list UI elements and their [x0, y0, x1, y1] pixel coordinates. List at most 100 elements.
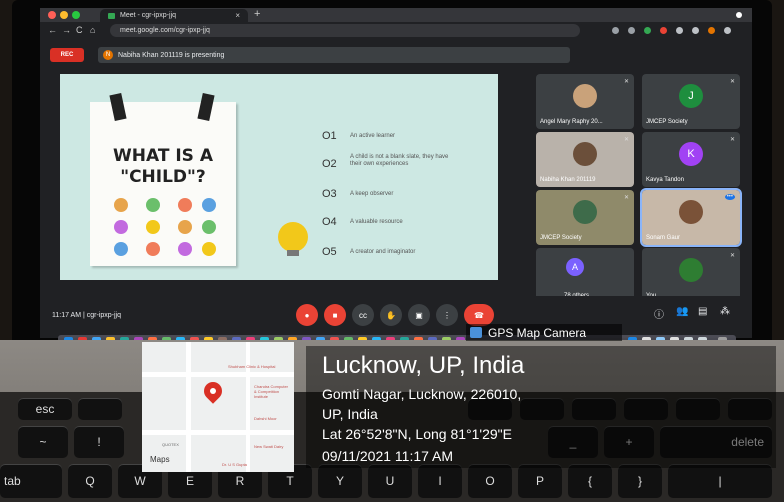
tab-close-icon[interactable]: ×: [235, 11, 240, 20]
info-icon[interactable]: ⓘ: [654, 306, 664, 321]
key-o: O: [468, 464, 512, 498]
map-poi-label: Dr. U S Gupta: [222, 462, 247, 467]
item-number: O2: [322, 158, 337, 170]
participant-name: Angel Mary Raphy 20...: [540, 119, 603, 125]
menu-kebab-icon[interactable]: [724, 27, 731, 34]
participant-tile[interactable]: K ✕ Kavya Tandon: [642, 132, 740, 187]
slide-heading-line1: WHAT IS A: [113, 146, 213, 166]
reload-icon[interactable]: C: [76, 25, 83, 35]
extensions-puzzle-icon[interactable]: [676, 27, 683, 34]
captions-button[interactable]: cc: [352, 304, 374, 326]
raise-hand-button[interactable]: ✋: [380, 304, 402, 326]
key-u: U: [368, 464, 412, 498]
key-esc: esc: [18, 398, 72, 420]
camera-toggle-button[interactable]: ■: [324, 304, 346, 326]
leave-call-button[interactable]: ☎: [464, 304, 494, 326]
slide-paper-card: WHAT IS A "CHILD"?: [90, 93, 236, 266]
participant-avatar: K: [679, 142, 703, 166]
key-tilde: ~: [18, 426, 68, 458]
address-bar[interactable]: meet.google.com/cgr-ipxp-jjq: [110, 24, 580, 37]
map-poi-label: Shubham Clinic & Hospital: [228, 364, 276, 369]
activities-icon[interactable]: ⁂: [720, 306, 730, 317]
child-illustration: [114, 242, 128, 256]
map-poi-label: Dahshi Moor: [254, 416, 277, 421]
participant-tile-self[interactable]: ✕ You: [642, 248, 740, 303]
laptop-screen: Meet - cgr-ipxp-jjq × + ← → C ⌂ meet.goo…: [40, 8, 752, 338]
participant-avatar: J: [679, 84, 703, 108]
participant-tile[interactable]: A 78 others: [536, 248, 634, 303]
address-row: ← → C ⌂ meet.google.com/cgr-ipxp-jjq: [40, 22, 752, 40]
slide-heading: WHAT IS A "CHILD"?: [90, 146, 236, 188]
star-icon[interactable]: [628, 27, 635, 34]
child-illustration: [202, 198, 216, 212]
key-p: P: [518, 464, 562, 498]
recording-badge[interactable]: REC: [50, 48, 84, 62]
camera-icon[interactable]: [612, 27, 619, 34]
more-options-icon[interactable]: •••: [724, 194, 735, 200]
map-road: [186, 342, 191, 472]
item-number: O1: [322, 130, 337, 142]
window-minimize-dot[interactable]: [60, 11, 68, 19]
participant-tile-active[interactable]: ••• Sonam Gaur: [640, 188, 742, 247]
map-road: [142, 372, 294, 377]
gps-camera-icon: [470, 327, 482, 338]
extension-red-icon[interactable]: [660, 27, 667, 34]
lightbulb-icon: [278, 222, 308, 256]
mic-toggle-button[interactable]: ●: [296, 304, 318, 326]
participant-tile[interactable]: ✕ Angel Mary Raphy 20...: [536, 74, 634, 129]
participant-tile[interactable]: ✕ Nabiha Khan 201119: [536, 132, 634, 187]
browser-tab-bar: Meet - cgr-ipxp-jjq × +: [40, 8, 752, 22]
extension-green-icon[interactable]: [644, 27, 651, 34]
map-poi-label: Chandra Computer & Competition Institute: [254, 384, 289, 399]
participant-photo: [679, 200, 703, 224]
child-illustration: [146, 242, 160, 256]
child-illustration: [146, 220, 160, 234]
key-brace-close: }: [618, 464, 662, 498]
item-text: An active learner: [350, 133, 396, 139]
home-icon[interactable]: ⌂: [90, 25, 95, 35]
item-number: O5: [322, 246, 337, 258]
item-text: A keep observer: [350, 191, 394, 197]
browser-tab[interactable]: Meet - cgr-ipxp-jjq ×: [100, 9, 248, 22]
window-zoom-dot[interactable]: [72, 11, 80, 19]
participant-photo: [679, 258, 703, 282]
gps-camera-label: GPS Map Camera: [488, 325, 587, 340]
profile-dot-icon[interactable]: [736, 12, 742, 18]
tape-right: [197, 93, 215, 121]
participant-tile[interactable]: J ✕ JMCEP Society: [642, 74, 740, 129]
item-text: A child is not a blank slate, they have …: [350, 154, 449, 167]
window-close-dot[interactable]: [48, 11, 56, 19]
child-illustration: [178, 242, 192, 256]
more-options-button[interactable]: ⋮: [436, 304, 458, 326]
location-title: Lucknow, UP, India: [322, 352, 525, 379]
gps-overlay: Lucknow, UP, India Gomti Nagar, Lucknow,…: [306, 346, 776, 468]
presentation-slide: WHAT IS A "CHILD"? O1 An active learner …: [60, 74, 498, 280]
people-icon[interactable]: 👥: [676, 306, 688, 317]
participant-name: Kavya Tandon: [646, 177, 684, 183]
reading-list-icon[interactable]: [692, 27, 699, 34]
child-illustration: [178, 198, 192, 212]
participant-name: JMCEP Society: [646, 119, 688, 125]
present-button[interactable]: ▣: [408, 304, 430, 326]
back-icon[interactable]: ←: [48, 25, 57, 35]
participant-name: JMCEP Society: [540, 235, 582, 241]
key-i: I: [418, 464, 462, 498]
forward-icon[interactable]: →: [62, 25, 71, 35]
key-q: Q: [68, 464, 112, 498]
maps-brand: Maps: [150, 455, 170, 464]
chat-icon[interactable]: ▤: [698, 306, 707, 317]
mic-off-icon: ✕: [623, 137, 629, 143]
address-line-2: UP, India: [322, 406, 378, 422]
child-illustration: [202, 220, 216, 234]
child-illustration: [202, 242, 216, 256]
key-1: !: [74, 426, 124, 458]
profile-avatar-icon[interactable]: [708, 27, 715, 34]
new-tab-button[interactable]: +: [254, 8, 260, 20]
tape-left: [109, 93, 127, 121]
participant-tile[interactable]: ✕ JMCEP Society: [536, 190, 634, 245]
mic-off-icon: ✕: [729, 253, 735, 259]
rec-label: REC: [60, 52, 74, 58]
presenting-text: Nabiha Khan 201119 is presenting: [118, 51, 225, 59]
participant-photo: [573, 200, 597, 224]
item-text: A creator and imaginator: [350, 249, 416, 255]
